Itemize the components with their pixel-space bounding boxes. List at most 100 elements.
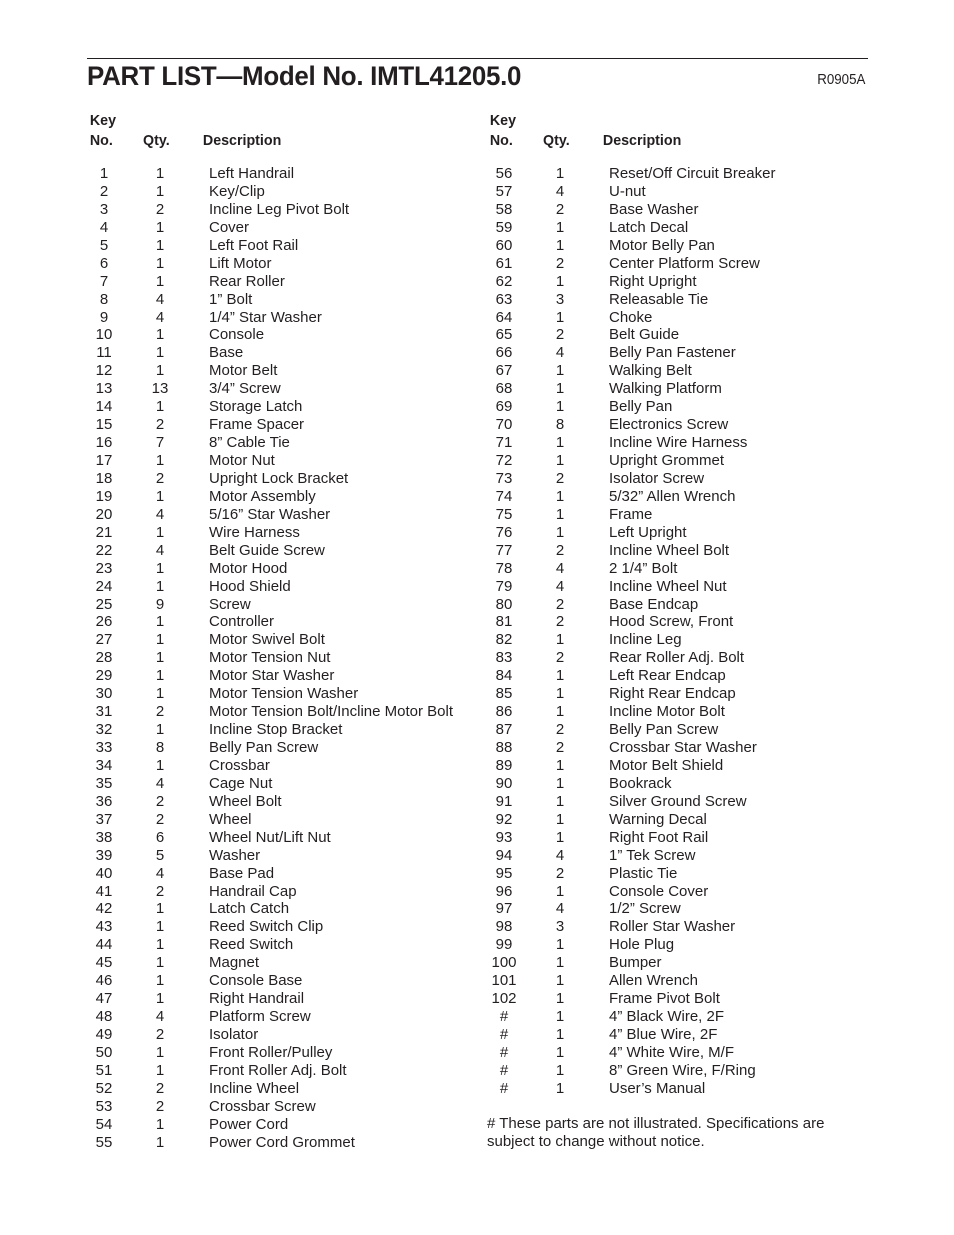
part-row: 63 3 Releasable Tie: [487, 291, 867, 309]
quantity: 1: [555, 631, 565, 649]
description: Incline Leg Pivot Bolt: [209, 200, 350, 218]
quantity: 1: [555, 685, 565, 703]
key-number: 3: [99, 200, 109, 218]
part-row: 41 2 Handrail Cap: [87, 883, 477, 901]
key-number: 20: [95, 505, 113, 523]
part-row: 11 1 Base: [87, 344, 477, 362]
key-number: 97: [495, 900, 513, 918]
description: Left Handrail: [209, 165, 295, 182]
quantity: 1: [155, 182, 165, 200]
footnote: # These parts are not illustrated. Speci…: [487, 1115, 825, 1150]
quantity: 1: [555, 828, 565, 846]
part-row: 9 4 1/4” Star Washer: [87, 309, 477, 327]
part-row: 46 1 Console Base: [87, 972, 477, 990]
description: 4” Black Wire, 2F: [609, 1008, 725, 1026]
key-number: 80: [495, 595, 513, 613]
key-number: 44: [95, 936, 113, 954]
quantity: 1: [555, 452, 565, 469]
key-number: 86: [495, 703, 513, 721]
description: Bumper: [609, 954, 662, 972]
key-number: 72: [495, 452, 513, 469]
part-row: 94 4 1” Tek Screw: [487, 847, 867, 865]
description: Belly Pan Fastener: [609, 344, 736, 362]
description: Motor Star Washer: [209, 667, 335, 685]
key-number: 41: [95, 882, 113, 900]
quantity: 1: [155, 954, 165, 972]
description: Reed Switch: [209, 936, 294, 954]
part-row: 72 1 Upright Grommet: [487, 452, 867, 470]
key-number: 87: [495, 721, 513, 739]
quantity: 1: [555, 1079, 565, 1097]
key-number: 95: [495, 864, 513, 882]
quantity: 2: [155, 792, 165, 810]
key-number: 38: [95, 828, 113, 846]
quantity: 1: [155, 236, 165, 254]
part-row: 93 1 Right Foot Rail: [487, 829, 867, 847]
part-row: 5 1 Left Foot Rail: [87, 237, 477, 255]
parts-column-right: Key No. Qty. Description 56 1 Reset/Off Ci…: [487, 112, 867, 1098]
part-row: #1 8” Green Wire, F/Ring: [487, 1062, 867, 1080]
part-row: 83 2 Rear Roller Adj. Bolt: [487, 649, 867, 667]
key-number: 96: [495, 882, 513, 900]
quantity: 4: [555, 846, 565, 864]
description: Incline Leg: [609, 631, 682, 649]
description: Choke: [609, 308, 653, 326]
key-number: 13: [95, 380, 113, 398]
description: Wheel Bolt: [209, 792, 282, 810]
part-row: 12 1 Motor Belt: [87, 362, 477, 380]
key-number: 66: [495, 344, 513, 362]
description: Belly Pan Screw: [609, 721, 719, 739]
quantity: 1: [155, 577, 165, 595]
part-row: 59 1 Latch Decal: [487, 219, 867, 237]
key-header-line1: Key: [489, 112, 517, 129]
description: Plastic Tie: [609, 864, 678, 882]
key-number: 36: [95, 792, 113, 810]
key-number: 58: [495, 200, 513, 218]
description: Allen Wrench: [609, 972, 698, 990]
quantity: 2: [555, 326, 565, 344]
key-number: 32: [95, 721, 113, 739]
description: Wheel Nut/Lift Nut: [209, 828, 331, 846]
quantity: 1: [155, 990, 165, 1008]
part-row: 101 1 Allen Wrench: [487, 972, 867, 990]
part-row: 95 2 Plastic Tie: [487, 865, 867, 883]
quantity: 4: [555, 900, 565, 918]
key-number: 78: [495, 559, 513, 577]
key-number: 7: [99, 272, 109, 290]
key-number: 75: [495, 505, 513, 523]
part-row: 71 1 Incline Wire Harness: [487, 434, 867, 452]
part-row: 89 1 Motor Belt Shield: [487, 757, 867, 775]
key-number: 39: [95, 846, 113, 864]
key-number: 12: [95, 362, 113, 380]
description: Motor Tension Washer: [209, 685, 359, 703]
part-row: 49 2 Isolator: [87, 1026, 477, 1044]
description: Power Cord: [209, 1115, 289, 1133]
key-number: 76: [495, 523, 513, 541]
key-number: 29: [95, 667, 113, 685]
quantity: 1: [155, 1043, 165, 1061]
part-row: 54 1 Power Cord: [87, 1116, 477, 1134]
description: 1” Bolt: [209, 290, 253, 308]
key-number: 79: [495, 577, 513, 595]
description: Console: [209, 326, 265, 344]
key-number: 50: [95, 1043, 113, 1061]
key-number: 35: [95, 774, 113, 792]
quantity: 2: [155, 810, 165, 828]
quantity: 1: [155, 523, 165, 541]
description: Storage Latch: [209, 398, 303, 416]
description: 5/32” Allen Wrench: [609, 487, 736, 505]
quantity: 1: [155, 218, 165, 236]
part-row: 52 2 Incline Wheel: [87, 1080, 477, 1098]
column-header: Key No. Qty. Description: [487, 112, 848, 152]
quantity: 1: [555, 165, 565, 182]
key-number: 1: [99, 165, 109, 182]
key-number: 93: [495, 828, 513, 846]
key-number: 77: [495, 541, 513, 559]
description: Base Washer: [609, 200, 699, 218]
quantity: 2: [555, 721, 565, 739]
description: Front Roller Adj. Bolt: [209, 1061, 347, 1079]
quantity: 1: [555, 523, 565, 541]
part-row: 55 1 Power Cord Grommet: [87, 1134, 477, 1152]
description: U-nut: [609, 182, 646, 200]
description: 1/2” Screw: [609, 900, 681, 918]
